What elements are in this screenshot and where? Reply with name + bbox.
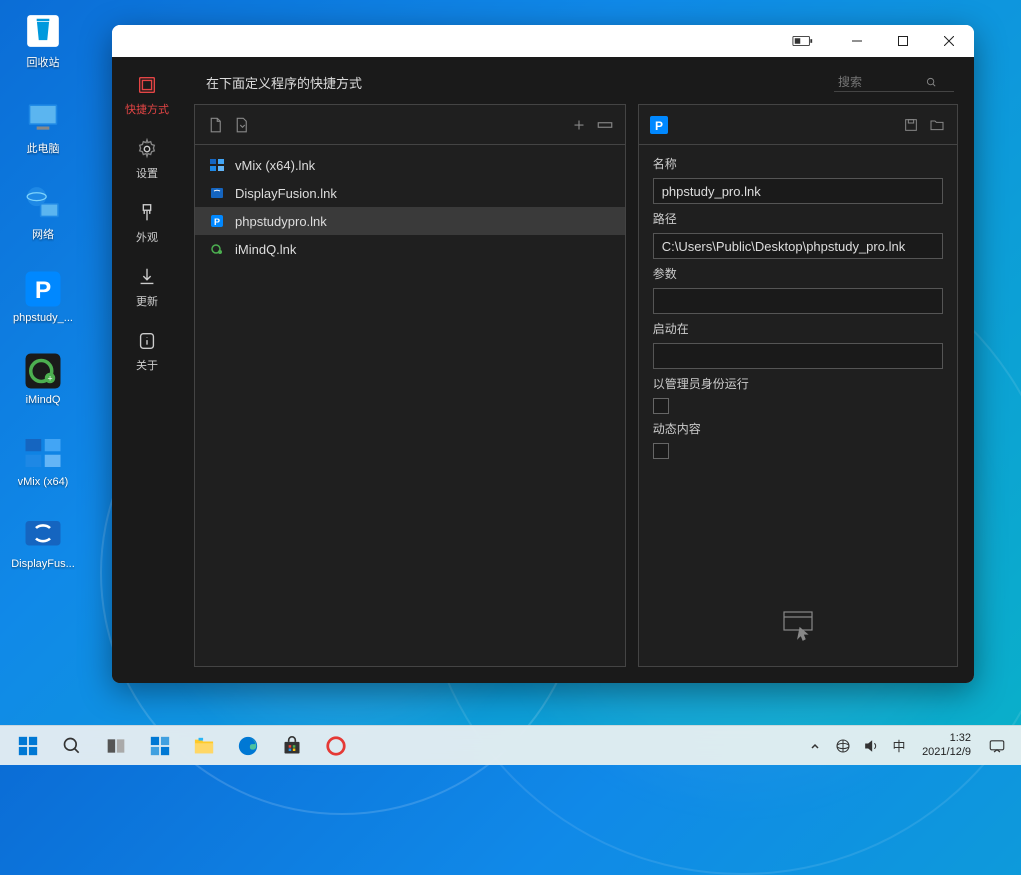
volume-tray-icon[interactable] [858,726,884,766]
ime-indicator[interactable]: 中 [886,726,912,766]
folder-icon[interactable] [927,115,947,135]
gear-icon [135,137,159,161]
page-title: 在下面定义程序的快捷方式 [206,73,362,92]
sidebar-item-appearance[interactable]: 外观 [135,201,159,245]
new-file-icon[interactable] [205,115,225,135]
import-file-icon[interactable] [231,115,251,135]
sidebar-item-about[interactable]: 关于 [135,329,159,373]
file-row[interactable]: P phpstudypro.lnk [195,207,625,235]
file-row[interactable]: DisplayFusion.lnk [195,179,625,207]
tray-chevron-icon[interactable] [802,726,828,766]
notification-tray-icon[interactable] [981,726,1013,766]
close-button[interactable] [926,25,972,57]
path-label: 路径 [653,210,943,227]
titlebar[interactable] [112,25,974,57]
search-box[interactable] [834,73,954,92]
desktop-icon-label: phpstudy_... [13,312,73,324]
clock-date: 2021/12/9 [922,746,971,759]
search-button[interactable] [52,726,92,766]
app-window: 快捷方式 设置 外观 更新 关于 在下面定义程序的快捷方式 [112,25,974,683]
args-field[interactable] [653,288,943,314]
svg-text:+: + [47,374,52,384]
properties-panel: P 名称 路径 参数 启动在 以管理员身份运行 [638,104,958,667]
file-icon [209,157,225,173]
sidebar-item-label: 设置 [136,165,158,181]
sidebar-item-label: 关于 [136,357,158,373]
start-button[interactable] [8,726,48,766]
startin-label: 启动在 [653,320,943,337]
svg-text:P: P [35,277,51,304]
file-list: vMix (x64).lnk DisplayFusion.lnk P phpst… [195,145,625,666]
taskbar-clock[interactable]: 1:32 2021/12/9 [914,732,979,758]
path-field[interactable] [653,233,943,259]
desktop-icon-label: vMix (x64) [18,476,69,488]
app-button[interactable] [316,726,356,766]
file-icon [209,185,225,201]
dynamic-checkbox[interactable] [653,443,669,459]
save-icon[interactable] [901,115,921,135]
desktop-icon-displayfusion[interactable]: DisplayFus... [8,512,78,572]
sidebar-item-label: 外观 [136,229,158,245]
file-name: vMix (x64).lnk [235,158,315,173]
desktop-icon-label: DisplayFus... [11,558,75,570]
desktop-icon-label: 此电脑 [27,140,60,156]
desktop-icon-network[interactable]: 网络 [8,180,78,244]
info-icon [135,329,159,353]
admin-label: 以管理员身份运行 [653,375,943,392]
search-input[interactable] [838,75,918,89]
sidebar-item-settings[interactable]: 设置 [135,137,159,181]
plus-icon[interactable] [569,115,589,135]
name-label: 名称 [653,155,943,172]
desktop-icon-phpstudy[interactable]: P phpstudy_... [8,266,78,326]
desktop-icon-label: iMindQ [26,394,61,406]
edge-button[interactable] [228,726,268,766]
file-name: iMindQ.lnk [235,242,296,257]
file-icon: P [209,213,225,229]
file-name: DisplayFusion.lnk [235,186,337,201]
battery-icon [792,34,814,48]
store-button[interactable] [272,726,312,766]
file-list-panel: vMix (x64).lnk DisplayFusion.lnk P phpst… [194,104,626,667]
args-label: 参数 [653,265,943,282]
sidebar: 快捷方式 设置 外观 更新 关于 [112,57,182,683]
download-icon [135,265,159,289]
sidebar-item-shortcuts[interactable]: 快捷方式 [125,73,169,117]
desktop-icon-this-pc[interactable]: 此电脑 [8,94,78,158]
dynamic-label: 动态内容 [653,420,943,437]
desktop-icon-label: 回收站 [27,54,60,70]
desktop-icon-label: 网络 [32,226,54,242]
minus-icon[interactable] [595,115,615,135]
svg-text:P: P [214,217,220,227]
maximize-button[interactable] [880,25,926,57]
file-name: phpstudypro.lnk [235,214,327,229]
desktop-icon-vmix[interactable]: vMix (x64) [8,430,78,490]
admin-checkbox[interactable] [653,398,669,414]
file-row[interactable]: vMix (x64).lnk [195,151,625,179]
name-field[interactable] [653,178,943,204]
sidebar-item-update[interactable]: 更新 [135,265,159,309]
brush-icon [135,201,159,225]
shortcut-icon [135,73,159,97]
explorer-button[interactable] [184,726,224,766]
sidebar-item-label: 快捷方式 [125,101,169,117]
app-badge-icon: P [649,115,669,135]
svg-text:P: P [655,119,663,133]
file-row[interactable]: iMindQ.lnk [195,235,625,263]
desktop-icon-recycle-bin[interactable]: 回收站 [8,8,78,72]
task-view-button[interactable] [96,726,136,766]
taskbar: 中 1:32 2021/12/9 [0,725,1021,765]
widgets-button[interactable] [140,726,180,766]
desktop-icons: 回收站 此电脑 网络 P phpstudy_... + iMindQ vMix … [8,8,78,572]
minimize-button[interactable] [834,25,880,57]
clock-time: 1:32 [950,732,971,745]
click-target-icon[interactable] [778,608,818,644]
file-icon [209,241,225,257]
sidebar-item-label: 更新 [136,293,158,309]
startin-field[interactable] [653,343,943,369]
search-icon [926,77,937,88]
network-tray-icon[interactable] [830,726,856,766]
desktop-icon-imindq[interactable]: + iMindQ [8,348,78,408]
